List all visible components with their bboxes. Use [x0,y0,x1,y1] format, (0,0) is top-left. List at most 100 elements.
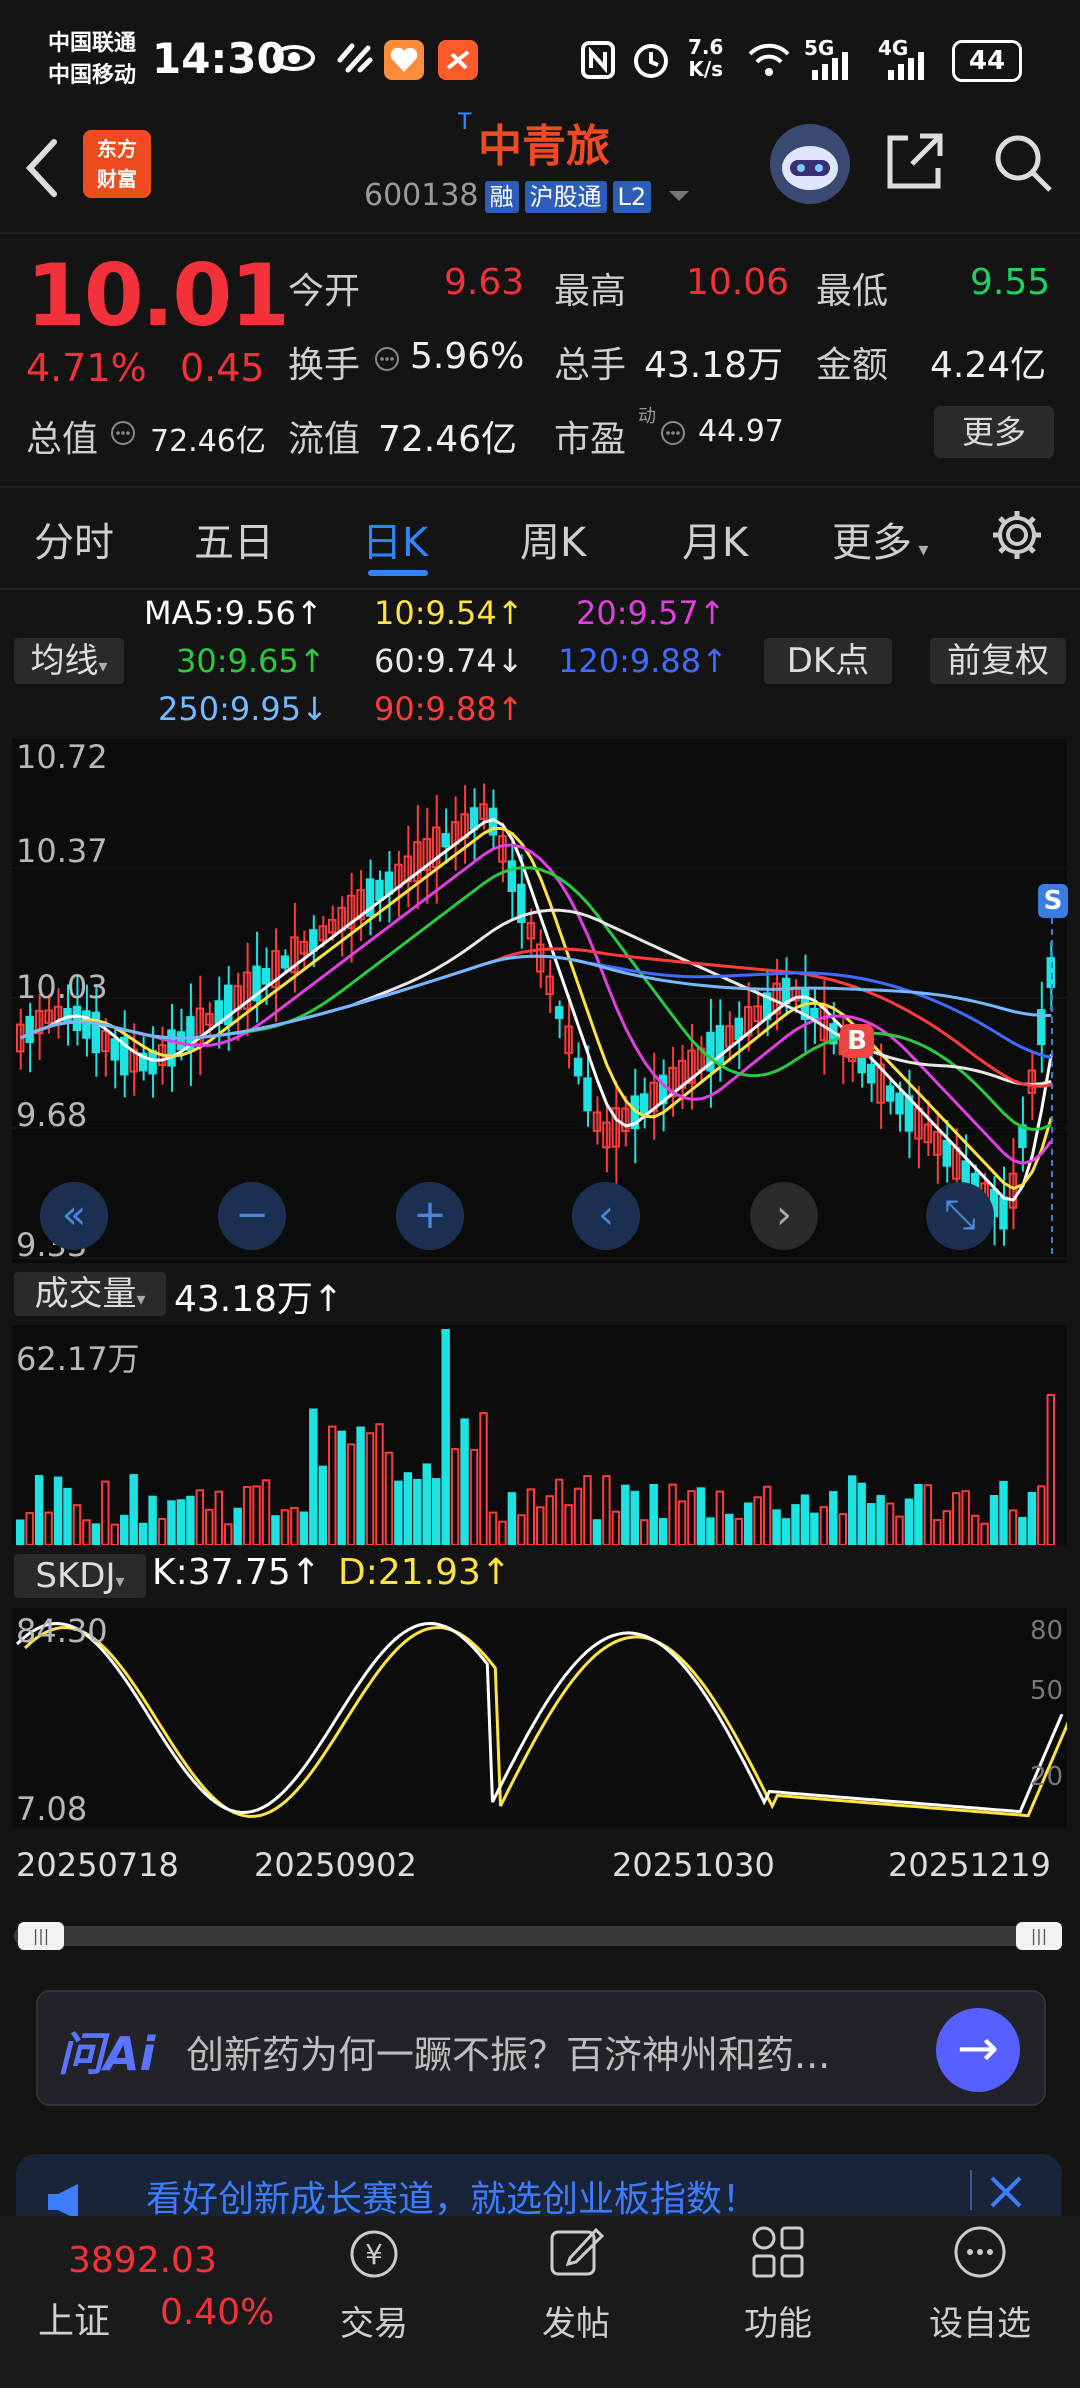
nav-trade[interactable]: 交易 [304,2296,444,2345]
stock-name-prefix: T [458,110,472,135]
ma10-value: 10:9.54↑ [374,594,524,632]
volume-bar [261,1479,271,1546]
info-icon[interactable] [110,420,136,446]
ma30-value: 30:9.65↑ [176,642,326,680]
volume-bar [744,1502,753,1546]
skdj-k-line [15,1621,1064,1815]
net-speed: 7.6 K/s [688,35,724,81]
skdj-chart[interactable] [12,1608,1072,1828]
tab-week-k[interactable]: 周K [520,510,586,568]
gear-icon[interactable] [990,508,1044,562]
tab-intraday[interactable]: 分时 [34,510,114,568]
buy-signal-b[interactable]: B [840,1024,874,1058]
volume-canvas[interactable] [12,1325,1067,1547]
volume-bar [866,1503,876,1546]
scroll-right-icon[interactable]: › [750,1182,818,1250]
volume-bar [668,1483,677,1546]
volume-bar [838,1513,848,1547]
arrow-right-icon[interactable]: → [936,2008,1020,2092]
zoom-in-icon[interactable]: + [396,1182,464,1250]
tab-day-k[interactable]: 日K [362,510,428,568]
scroll-left-icon[interactable]: ‹ [572,1182,640,1250]
candle-body [167,1029,176,1067]
volume-bar [25,1512,34,1546]
ma120-value: 120:9.88↑ [558,642,728,680]
volume-bar [1008,1509,1018,1546]
price-change: 0.45 [180,346,265,390]
volume-bar [101,1480,110,1547]
zoom-out-icon[interactable]: − [218,1182,286,1250]
back-arrow-icon[interactable] [22,136,62,200]
skdj-max-label: 84.30 [16,1612,108,1650]
volume-bar [176,1499,186,1546]
eye-icon [273,45,315,71]
stock-code[interactable]: 600138 融沪股通 L2 [364,178,691,213]
dropdown-arrow-icon [668,191,689,201]
trade-icon[interactable]: ¥ [344,2224,404,2284]
forward-adjust-button[interactable]: 前复权 [930,638,1066,684]
search-icon[interactable] [990,130,1054,194]
ad-divider [970,2170,972,2210]
skdj-selector[interactable]: SKDJ▾ [14,1554,146,1598]
volume-bar [829,1491,838,1546]
watchlist-icon[interactable] [950,2222,1010,2282]
nav-functions[interactable]: 功能 [708,2296,848,2345]
index-value[interactable]: 3892.03 [68,2240,217,2281]
fullscreen-icon[interactable]: ⤡ [926,1182,994,1250]
range-handle-left[interactable]: ||| [18,1922,64,1950]
volume-bar [564,1504,573,1546]
functions-icon[interactable] [748,2222,808,2282]
post-icon[interactable] [546,2222,606,2282]
volume-bar [63,1487,72,1547]
chart-range-scrollbar[interactable] [14,1926,1062,1946]
volume-bar [800,1494,810,1546]
nav-watchlist[interactable]: 设自选 [910,2296,1050,2345]
volume-bar [299,1511,309,1547]
ai-robot-avatar[interactable] [770,124,850,204]
sell-signal-s[interactable]: S [1038,884,1068,918]
ma-selector[interactable]: 均线▾ [14,638,124,684]
y-axis-label: 10.37 [16,832,108,870]
tab-more[interactable]: 更多 ▾ [832,510,928,568]
share-icon[interactable] [884,128,944,194]
stock-name[interactable]: 中青旅 [478,110,610,174]
volume-bar [517,1514,526,1547]
tab-five-day[interactable]: 五日 [194,510,274,568]
ai-prompt-text[interactable]: 创新药为何一蹶不振？百济神州和药... [186,2024,830,2079]
candle-body [280,955,290,969]
volume-bar [356,1426,365,1546]
volume-bar [252,1485,261,1546]
volume-chart[interactable] [12,1325,1067,1547]
volume-bar [573,1487,583,1546]
float-label: 流值 [288,419,361,460]
eastmoney-logo[interactable]: 东方 财富 [83,130,151,198]
dk-point-button[interactable]: DK点 [764,638,892,684]
volume-bar [384,1451,394,1546]
index-pct[interactable]: 0.40% [160,2292,274,2333]
volume-selector[interactable]: 成交量▾ [14,1272,166,1316]
nav-post[interactable]: 发帖 [506,2296,646,2345]
info-icon[interactable] [660,420,686,446]
range-handle-right[interactable]: ||| [1016,1922,1062,1950]
pe-label: 市盈 [554,419,627,460]
volume-bar [848,1475,857,1547]
candle-body [110,1038,120,1061]
more-button[interactable]: 更多 [934,406,1054,458]
ma60-value: 60:9.74↓ [374,642,524,680]
scroll-fast-left-icon[interactable]: « [40,1182,108,1250]
info-icon[interactable] [374,346,400,372]
clock: 14:30 [152,34,286,83]
index-name[interactable]: 上证 [38,2292,110,2344]
tab-month-k[interactable]: 月K [682,510,748,568]
close-icon[interactable] [988,2174,1024,2210]
date-label: 20250902 [254,1846,417,1884]
active-tab-indicator [368,570,428,576]
kline-canvas[interactable] [12,737,1067,1263]
volume-bar [602,1475,611,1546]
skdj-canvas[interactable] [12,1608,1072,1828]
volume-current: 43.18万↑ [174,1279,344,1320]
ad-text[interactable]: 看好创新成长赛道，就选创业板指数！ [146,2170,758,2222]
volume-bar [167,1500,176,1546]
volume-bar [129,1474,138,1546]
kline-chart[interactable] [12,737,1067,1263]
